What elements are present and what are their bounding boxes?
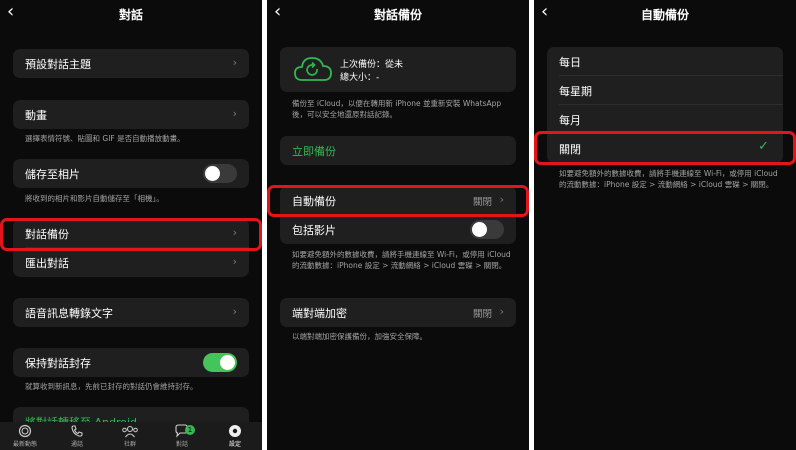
save-photos-toggle[interactable] [203, 164, 237, 183]
tab-label: 設定 [228, 441, 241, 448]
row-export-chat[interactable]: 匯出對話 › [13, 248, 249, 277]
tab-communities[interactable]: 社群 [110, 424, 150, 448]
row-include-videos: 包括影片 [280, 215, 516, 244]
keep-archived-caption: 就算收到新訊息，先前已封存的對話仍會維持封存。 [25, 382, 198, 391]
row-label: 語音訊息轉錄文字 [25, 307, 113, 320]
nav-bar: ‹ 對話 [0, 0, 262, 26]
highlight-box [267, 185, 529, 217]
row-keep-archived: 保持對話封存 [13, 348, 249, 377]
include-videos-toggle[interactable] [470, 220, 504, 239]
communities-icon [122, 425, 138, 438]
page-title: 自動備份 [640, 8, 689, 22]
row-label: 預設對話主題 [25, 58, 91, 71]
row-label: 匯出對話 [25, 257, 69, 270]
option-label: 每月 [559, 114, 581, 127]
toggle-knob [220, 355, 235, 370]
tab-label: 最新動態 [12, 441, 37, 448]
tab-label: 社群 [123, 441, 136, 448]
transcribe-card: 語音訊息轉錄文字 › [13, 298, 249, 327]
row-label: 儲存至相片 [25, 168, 80, 181]
animation-caption: 選擇表情符號、貼圖和 GIF 是否自動播放動畫。 [25, 134, 185, 143]
e2e-value: 關閉 [472, 309, 492, 320]
nav-bar: ‹ 自動備份 [534, 0, 796, 26]
tab-chats[interactable]: 1 對話 [162, 424, 202, 448]
highlight-box [0, 218, 262, 251]
option-label: 每日 [559, 56, 581, 69]
last-backup-text: 上次備份：從未 [340, 60, 404, 70]
toggle-knob [205, 166, 220, 181]
option-monthly[interactable]: 每月 [547, 105, 783, 134]
page-title: 對話 [118, 8, 143, 22]
phone-icon [71, 425, 83, 437]
row-label: 端對端加密 [292, 307, 347, 320]
highlight-box [534, 131, 796, 165]
row-save-to-photos: 儲存至相片 [13, 159, 249, 188]
save-photos-caption: 將收到的相片和影片自動儲存至「相機」。 [25, 194, 164, 203]
archive-card: 保持對話封存 [13, 348, 249, 377]
row-default-theme[interactable]: 預設對話主題 › [13, 49, 249, 78]
tab-settings[interactable]: 設定 [215, 424, 255, 448]
theme-card: 預設對話主題 › [13, 49, 249, 78]
option-weekly[interactable]: 每星期 [547, 76, 783, 105]
tab-bar: 最新動態 通話 社群 1 對話 設定 [0, 422, 262, 450]
option-daily[interactable]: 每日 [547, 47, 783, 76]
tab-calls[interactable]: 通話 [57, 424, 97, 448]
toggle-knob [472, 222, 487, 237]
chats-settings-screen: ‹ 對話 預設對話主題 › 動畫 › 選擇表情符號、貼圖和 GIF 是否自動播放… [0, 0, 262, 450]
auto-backup-screen: ‹ 自動備份 每日 每星期 每月 關閉 ✓ 如要避免額外的數據收費，請將手機連線… [534, 0, 796, 450]
chevron-right-icon: › [232, 56, 237, 69]
updates-icon [18, 424, 32, 438]
page-title: 對話備份 [373, 8, 422, 22]
nav-bar: ‹ 對話備份 [267, 0, 529, 26]
row-voice-transcription[interactable]: 語音訊息轉錄文字 › [13, 298, 249, 327]
backup-now-card: 立即備份 [280, 136, 516, 165]
icloud-caption: 備份至 iCloud，以便在轉用新 iPhone 並重新安裝 WhatsApp … [292, 99, 502, 119]
option-label: 每星期 [559, 85, 592, 98]
row-animation[interactable]: 動畫 › [13, 100, 249, 129]
animation-card: 動畫 › [13, 100, 249, 129]
chat-backup-screen: ‹ 對話備份 上次備份：從未 總大小：- 備份至 iCloud，以便在轉用新 i… [267, 0, 529, 450]
tab-label: 對話 [175, 441, 188, 448]
row-label: 動畫 [25, 109, 47, 122]
row-label: 包括影片 [292, 224, 336, 237]
gear-icon [229, 425, 241, 437]
backup-now-button[interactable]: 立即備份 [280, 136, 516, 165]
chevron-right-icon: › [232, 107, 237, 120]
backup-info-card: 上次備份：從未 總大小：- [280, 47, 516, 92]
row-label: 保持對話封存 [25, 357, 91, 370]
chevron-right-icon: › [499, 305, 504, 318]
unread-badge: 1 [185, 425, 195, 435]
chevron-right-icon: › [232, 255, 237, 268]
data-caption: 如要避免額外的數據收費，請將手機連線至 Wi-Fi，或停用 iCloud 的流動… [559, 169, 778, 189]
keep-archived-toggle[interactable] [203, 353, 237, 372]
save-photos-card: 儲存至相片 [13, 159, 249, 188]
chevron-right-icon: › [232, 305, 237, 318]
data-caption: 如要避免額外的數據收費，請將手機連線至 Wi-Fi，或停用 iCloud 的流動… [292, 250, 511, 270]
total-size-text: 總大小：- [340, 73, 380, 83]
row-label: 立即備份 [292, 145, 336, 158]
e2e-card: 端對端加密 關閉 › [280, 298, 516, 327]
e2e-caption: 以端對端加密保護備份，加強安全保障。 [292, 332, 427, 341]
row-e2e-encryption[interactable]: 端對端加密 關閉 › [280, 298, 516, 327]
tab-updates[interactable]: 最新動態 [5, 424, 45, 448]
tab-label: 通話 [70, 441, 83, 448]
cloud-backup-icon [294, 57, 332, 81]
